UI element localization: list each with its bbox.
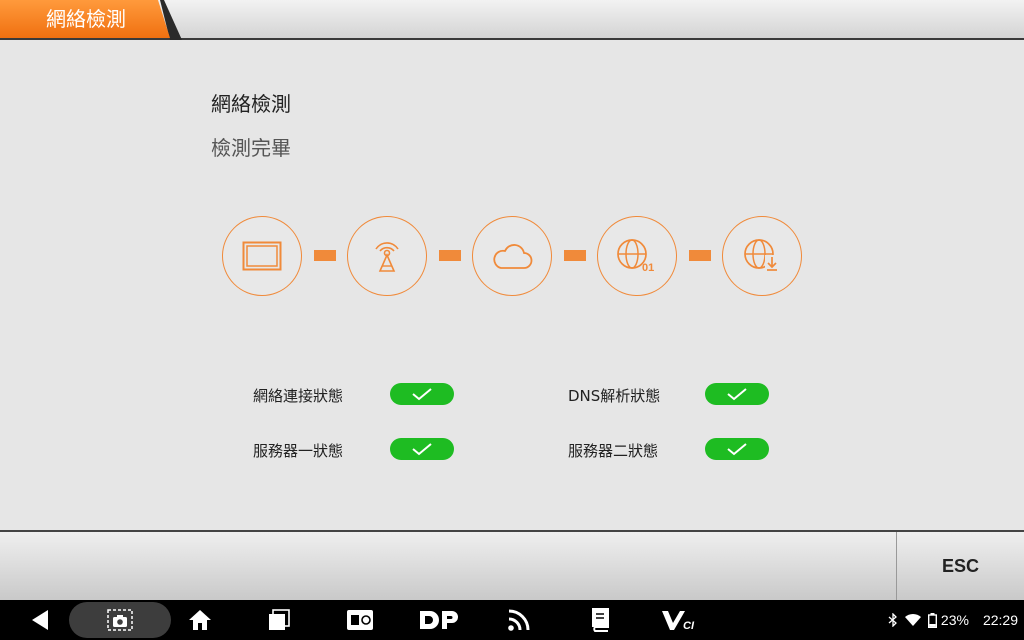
step-device bbox=[222, 216, 302, 296]
battery-icon bbox=[927, 612, 937, 628]
screenshot-button[interactable] bbox=[100, 600, 140, 640]
server-two-status-label: 服務器二狀態 bbox=[568, 442, 659, 460]
wifi-icon bbox=[904, 613, 921, 626]
vehicle-card-icon bbox=[347, 610, 373, 630]
globe-binary-icon: 01 bbox=[617, 239, 654, 274]
manual-book-icon bbox=[592, 608, 609, 632]
step-connector bbox=[439, 250, 461, 261]
section-heading: 網絡檢測 bbox=[211, 92, 291, 116]
main-content: 網絡檢測 檢測完畢 01 網絡連接狀態 DNS解析狀態 服務器一狀態 服務器二狀… bbox=[0, 40, 1024, 530]
cloud-icon bbox=[493, 244, 533, 269]
svg-text:CI: CI bbox=[683, 620, 695, 632]
dp-logo-icon bbox=[420, 611, 458, 629]
vci-button[interactable]: CI bbox=[658, 600, 702, 640]
function-bar-empty-area bbox=[0, 532, 896, 600]
server-one-status-label: 服務器一狀態 bbox=[253, 442, 344, 460]
back-button[interactable] bbox=[22, 600, 58, 640]
bottom-function-bar: ESC bbox=[0, 530, 1024, 600]
step-server bbox=[722, 216, 802, 296]
server-two-status-badge bbox=[705, 438, 769, 460]
step-dns: 01 bbox=[597, 216, 677, 296]
home-icon bbox=[189, 610, 211, 630]
dns-status-badge bbox=[705, 383, 769, 405]
checkmark-icon bbox=[727, 443, 747, 456]
vci-logo-icon: CI bbox=[662, 611, 695, 632]
manual-button[interactable] bbox=[584, 600, 614, 640]
dp-app-button[interactable] bbox=[416, 600, 462, 640]
back-triangle-icon bbox=[32, 610, 48, 630]
checkmark-icon bbox=[412, 443, 432, 456]
rss-signal-icon bbox=[508, 609, 530, 631]
home-button[interactable] bbox=[186, 600, 214, 640]
top-header: 網絡檢測 bbox=[0, 0, 1024, 40]
step-connector bbox=[689, 250, 711, 261]
system-nav-bar: CI 23% 22:29 bbox=[0, 600, 1024, 640]
network-connection-status-badge bbox=[390, 383, 454, 405]
step-cloud bbox=[472, 216, 552, 296]
step-router bbox=[347, 216, 427, 296]
svg-text:01: 01 bbox=[642, 262, 654, 274]
checkmark-icon bbox=[727, 388, 747, 401]
screenshot-camera-icon bbox=[107, 609, 133, 631]
tablet-icon bbox=[242, 241, 282, 271]
vehicle-info-button[interactable] bbox=[343, 600, 377, 640]
bluetooth-icon bbox=[888, 613, 897, 627]
network-connection-status-label: 網絡連接狀態 bbox=[253, 387, 344, 405]
esc-button[interactable]: ESC bbox=[896, 532, 1024, 600]
dns-status-label: DNS解析狀態 bbox=[568, 387, 661, 405]
battery-percent: 23% bbox=[940, 612, 969, 628]
step-connector bbox=[314, 250, 336, 261]
antenna-icon bbox=[375, 242, 399, 272]
status-indicators: 23% 22:29 bbox=[888, 600, 1018, 640]
globe-download-icon bbox=[744, 239, 779, 271]
detection-status-text: 檢測完畢 bbox=[211, 136, 291, 160]
recent-apps-button[interactable] bbox=[265, 600, 293, 640]
recent-apps-icon bbox=[269, 609, 290, 630]
server-one-status-badge bbox=[390, 438, 454, 460]
step-connector bbox=[564, 250, 586, 261]
checkmark-icon bbox=[412, 388, 432, 401]
page-title-tab: 網絡檢測 bbox=[0, 0, 170, 38]
clock: 22:29 bbox=[982, 612, 1018, 628]
remote-signal-button[interactable] bbox=[504, 600, 534, 640]
